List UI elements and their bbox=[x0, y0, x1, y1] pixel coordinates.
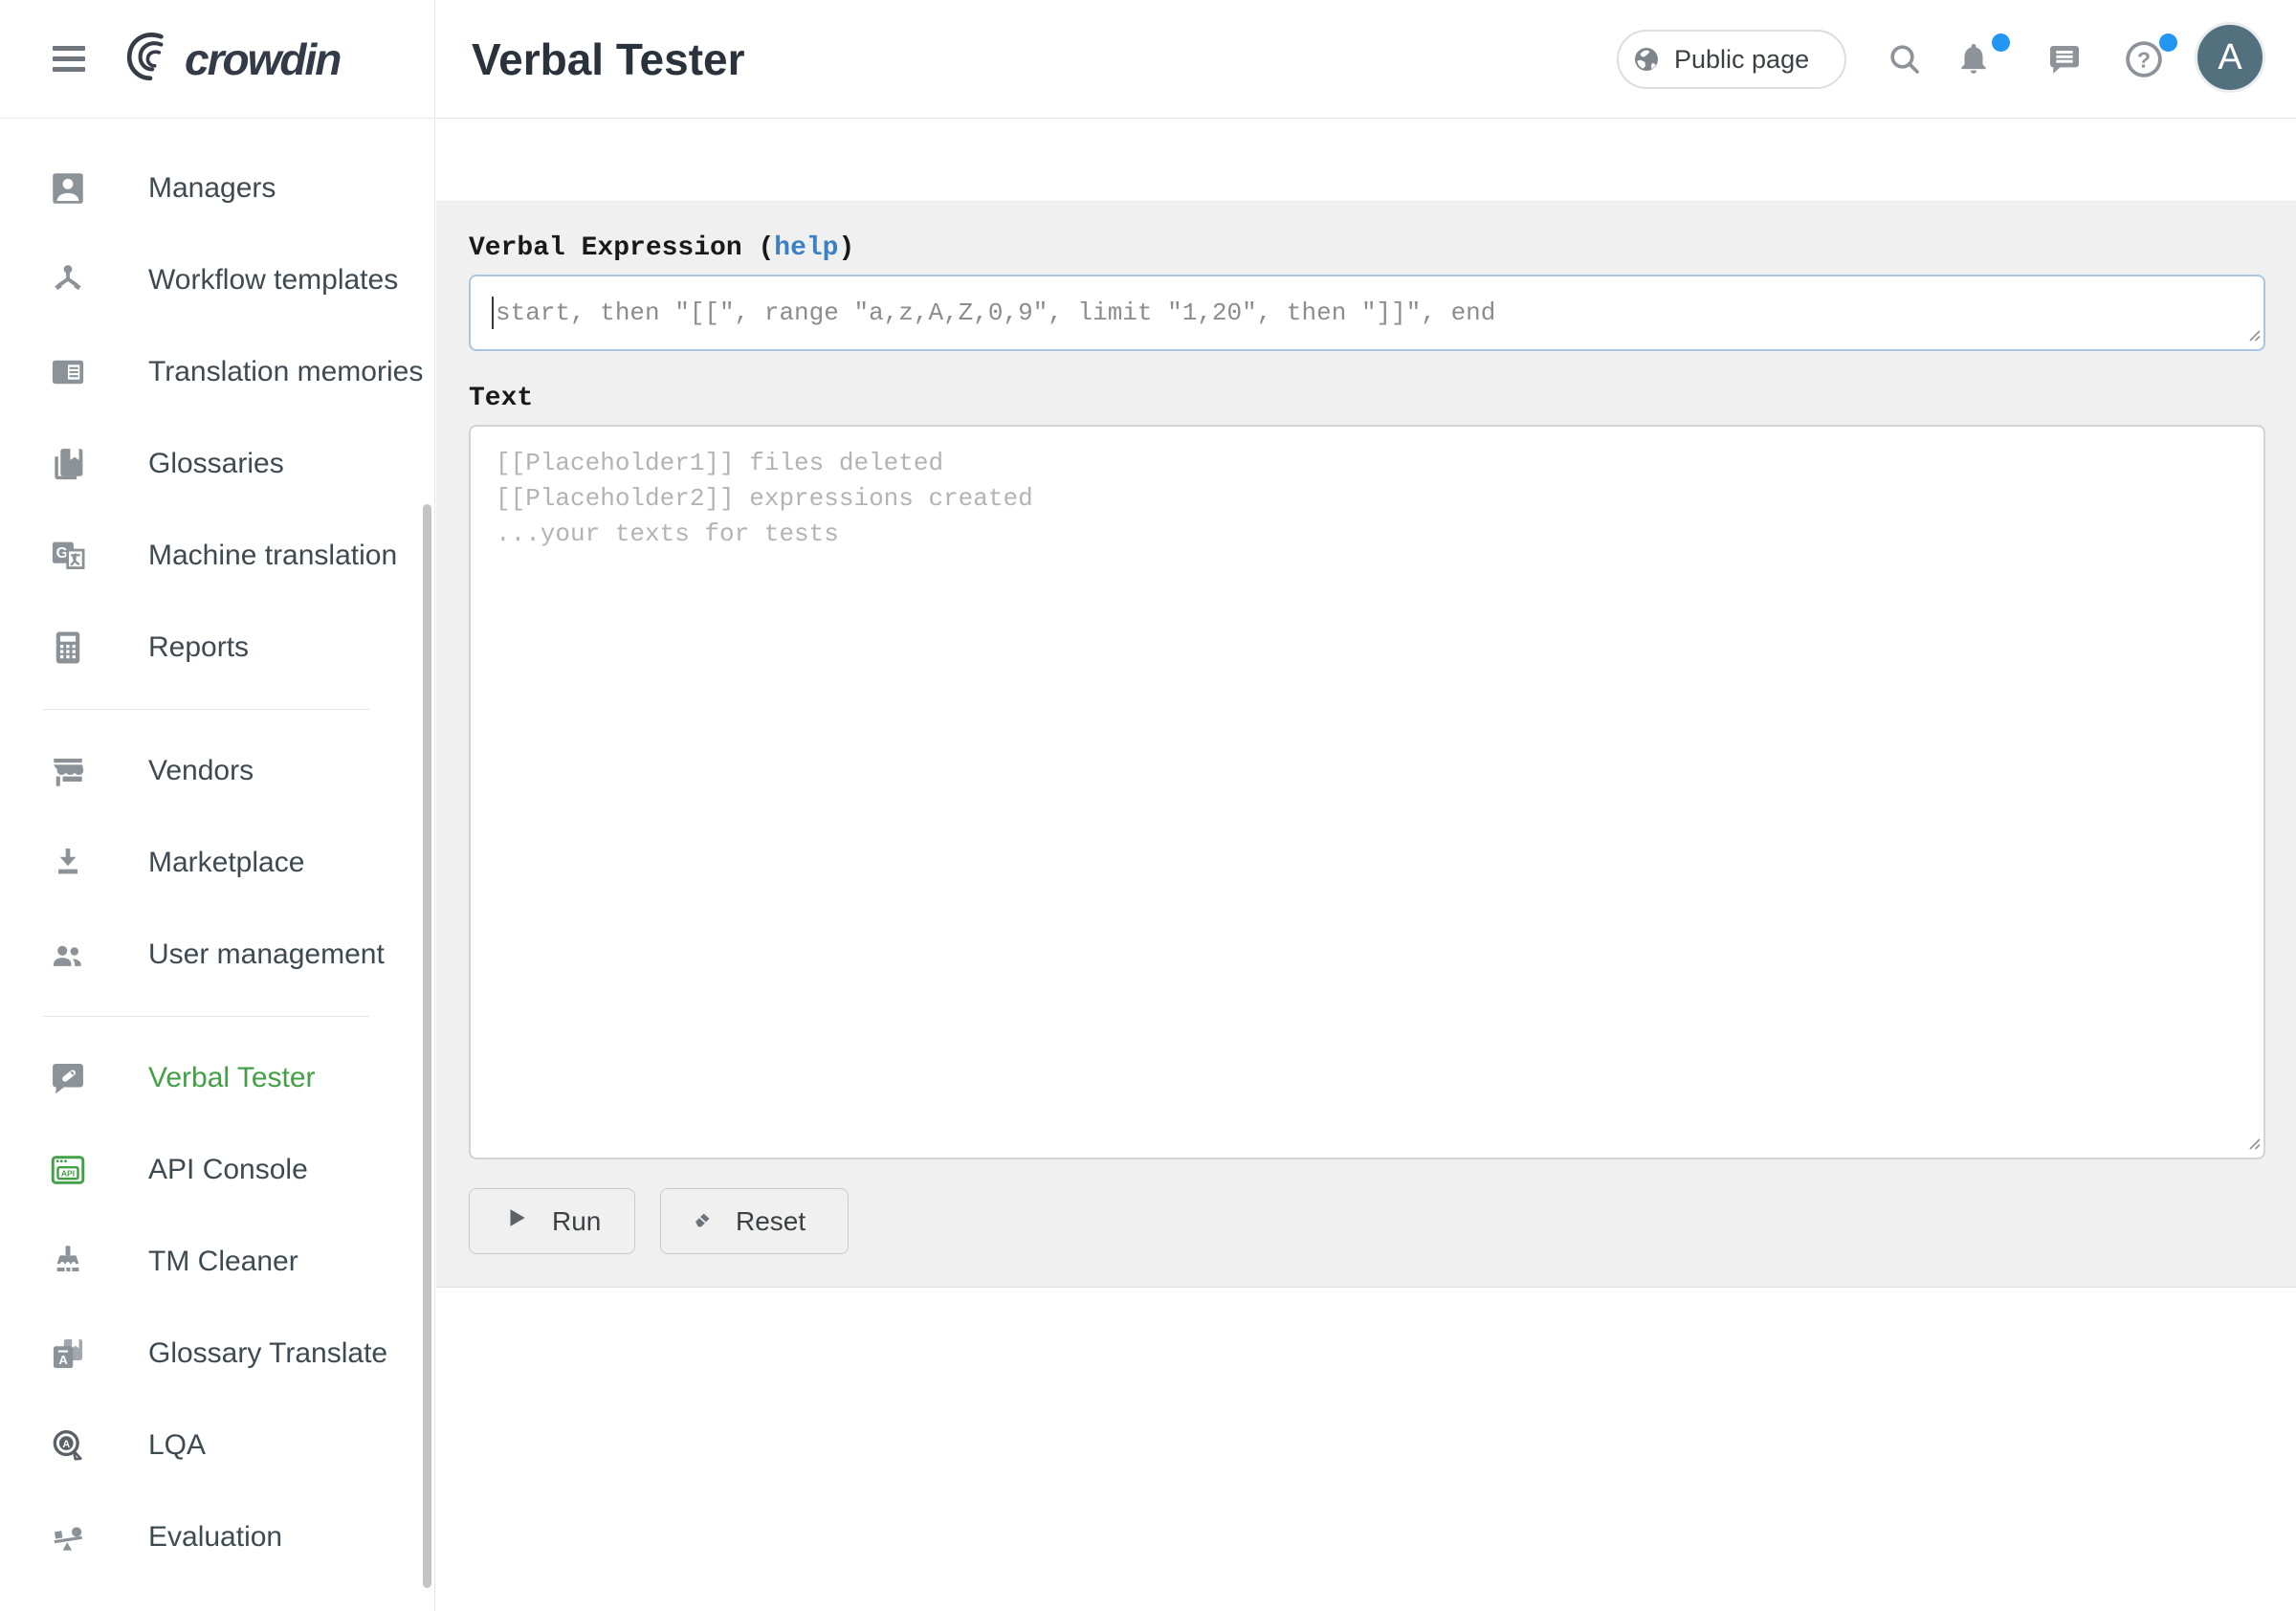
reset-button[interactable]: Reset bbox=[660, 1188, 849, 1254]
sidebar-logo-row: crowdin bbox=[0, 0, 434, 119]
balance-icon bbox=[48, 1517, 88, 1557]
crowdin-logo[interactable]: crowdin bbox=[121, 29, 340, 89]
sidebar-item-label: Evaluation bbox=[148, 1521, 282, 1554]
account-box-icon bbox=[48, 168, 88, 209]
svg-text:A: A bbox=[62, 1439, 70, 1450]
glossary-translate-icon: A bbox=[48, 1334, 88, 1374]
svg-text:API: API bbox=[61, 1169, 75, 1179]
verbal-tester-bubble-icon bbox=[48, 1058, 88, 1098]
sidebar-item-user-management[interactable]: User management bbox=[0, 909, 434, 1001]
search-icon[interactable] bbox=[1886, 40, 1924, 83]
workflow-icon bbox=[48, 260, 88, 300]
text-label: Text bbox=[469, 384, 533, 413]
run-button-label: Run bbox=[552, 1206, 601, 1237]
crowdin-logo-text: crowdin bbox=[185, 33, 340, 85]
page-title: Verbal Tester bbox=[472, 33, 745, 85]
sidebar-item-tm-cleaner[interactable]: TM Cleaner bbox=[0, 1216, 434, 1308]
sidebar-item-glossary-translate[interactable]: A Glossary Translate bbox=[0, 1308, 434, 1400]
sidebar-item-label: Workflow templates bbox=[148, 264, 398, 297]
sidebar-item-label: Translation memories bbox=[148, 356, 423, 388]
help-badge bbox=[2159, 33, 2177, 52]
lqa-magnifier-icon: A bbox=[48, 1425, 88, 1466]
translation-memory-icon bbox=[48, 352, 88, 392]
people-icon bbox=[48, 935, 88, 975]
svg-text:A: A bbox=[58, 1353, 68, 1367]
notifications-badge bbox=[1992, 33, 2010, 52]
text-caret bbox=[492, 297, 494, 329]
sidebar-item-label: TM Cleaner bbox=[148, 1246, 298, 1278]
sidebar-item-label: Glossaries bbox=[148, 448, 284, 480]
sidebar-item-label: LQA bbox=[148, 1429, 206, 1462]
svg-text:?: ? bbox=[2137, 47, 2151, 72]
expression-label: Verbal Expression (help) bbox=[469, 233, 854, 263]
sidebar-item-verbal-tester[interactable]: Verbal Tester bbox=[0, 1032, 434, 1124]
svg-text:G: G bbox=[56, 545, 68, 562]
globe-icon bbox=[1631, 44, 1662, 75]
sidebar-item-api-console[interactable]: API API Console bbox=[0, 1124, 434, 1216]
sidebar-item-evaluation[interactable]: Evaluation bbox=[0, 1491, 434, 1583]
storefront-icon bbox=[48, 751, 88, 791]
sidebar-item-label: Managers bbox=[148, 172, 276, 205]
sidebar-item-vendors[interactable]: Vendors bbox=[0, 725, 434, 817]
sidebar-item-label: Marketplace bbox=[148, 847, 304, 879]
sidebar-item-label: User management bbox=[148, 938, 385, 971]
glossary-book-icon bbox=[48, 444, 88, 484]
bell-icon[interactable] bbox=[1955, 40, 1992, 81]
sidebar-item-reports[interactable]: Reports bbox=[0, 602, 434, 694]
public-page-button[interactable]: Public page bbox=[1617, 30, 1846, 89]
sidebar-item-label: Machine translation bbox=[148, 540, 397, 572]
play-icon bbox=[504, 1205, 529, 1237]
sidebar-item-label: Verbal Tester bbox=[148, 1062, 316, 1094]
download-icon bbox=[48, 843, 88, 883]
reset-button-label: Reset bbox=[736, 1206, 806, 1237]
sidebar-item-machine-translation[interactable]: G Machine translation bbox=[0, 510, 434, 602]
resize-grip-icon[interactable] bbox=[2247, 1137, 2261, 1155]
help-icon[interactable]: ? bbox=[2123, 38, 2165, 85]
top-header: Verbal Tester Public page bbox=[436, 0, 2296, 119]
sidebar-divider bbox=[43, 1016, 369, 1017]
main-content: Verbal Expression (help) Text bbox=[436, 120, 2296, 1611]
api-console-icon: API bbox=[48, 1150, 88, 1190]
help-link[interactable]: help bbox=[774, 233, 838, 263]
avatar[interactable]: A bbox=[2195, 22, 2265, 93]
expression-input-wrapper bbox=[469, 275, 2265, 351]
sidebar: crowdin Managers bbox=[0, 0, 435, 1611]
verbal-tester-panel: Verbal Expression (help) Text bbox=[436, 201, 2296, 1288]
button-row: Run Reset bbox=[469, 1188, 849, 1254]
sidebar-divider bbox=[43, 709, 369, 710]
sidebar-item-label: Reports bbox=[148, 631, 249, 664]
sidebar-scrollbar[interactable] bbox=[423, 504, 431, 1588]
sidebar-item-label: API Console bbox=[148, 1154, 308, 1186]
avatar-letter: A bbox=[2218, 39, 2241, 76]
text-area[interactable] bbox=[469, 425, 2265, 1159]
chat-icon[interactable] bbox=[2045, 40, 2084, 83]
resize-grip-icon[interactable] bbox=[2247, 328, 2261, 346]
eraser-icon bbox=[690, 1204, 717, 1238]
sidebar-nav: Managers Workflow templates bbox=[0, 119, 434, 1583]
crowdin-logo-mark-icon bbox=[121, 29, 177, 89]
sidebar-item-lqa[interactable]: A LQA bbox=[0, 1400, 434, 1491]
run-button[interactable]: Run bbox=[469, 1188, 635, 1254]
sidebar-item-label: Glossary Translate bbox=[148, 1337, 387, 1370]
sidebar-item-workflow-templates[interactable]: Workflow templates bbox=[0, 234, 434, 326]
sidebar-item-translation-memories[interactable]: Translation memories bbox=[0, 326, 434, 418]
app-window: crowdin Managers bbox=[0, 0, 2296, 1611]
sidebar-item-managers[interactable]: Managers bbox=[0, 143, 434, 234]
expression-input[interactable] bbox=[469, 275, 2265, 351]
sidebar-item-glossaries[interactable]: Glossaries bbox=[0, 418, 434, 510]
sidebar-item-marketplace[interactable]: Marketplace bbox=[0, 817, 434, 909]
sidebar-item-label: Vendors bbox=[148, 755, 254, 787]
machine-translation-icon: G bbox=[48, 536, 88, 576]
brush-icon bbox=[48, 1242, 88, 1282]
text-area-wrapper bbox=[469, 425, 2265, 1159]
calculator-icon bbox=[48, 628, 88, 668]
public-page-label: Public page bbox=[1674, 45, 1809, 75]
hamburger-menu-icon[interactable] bbox=[53, 40, 85, 77]
